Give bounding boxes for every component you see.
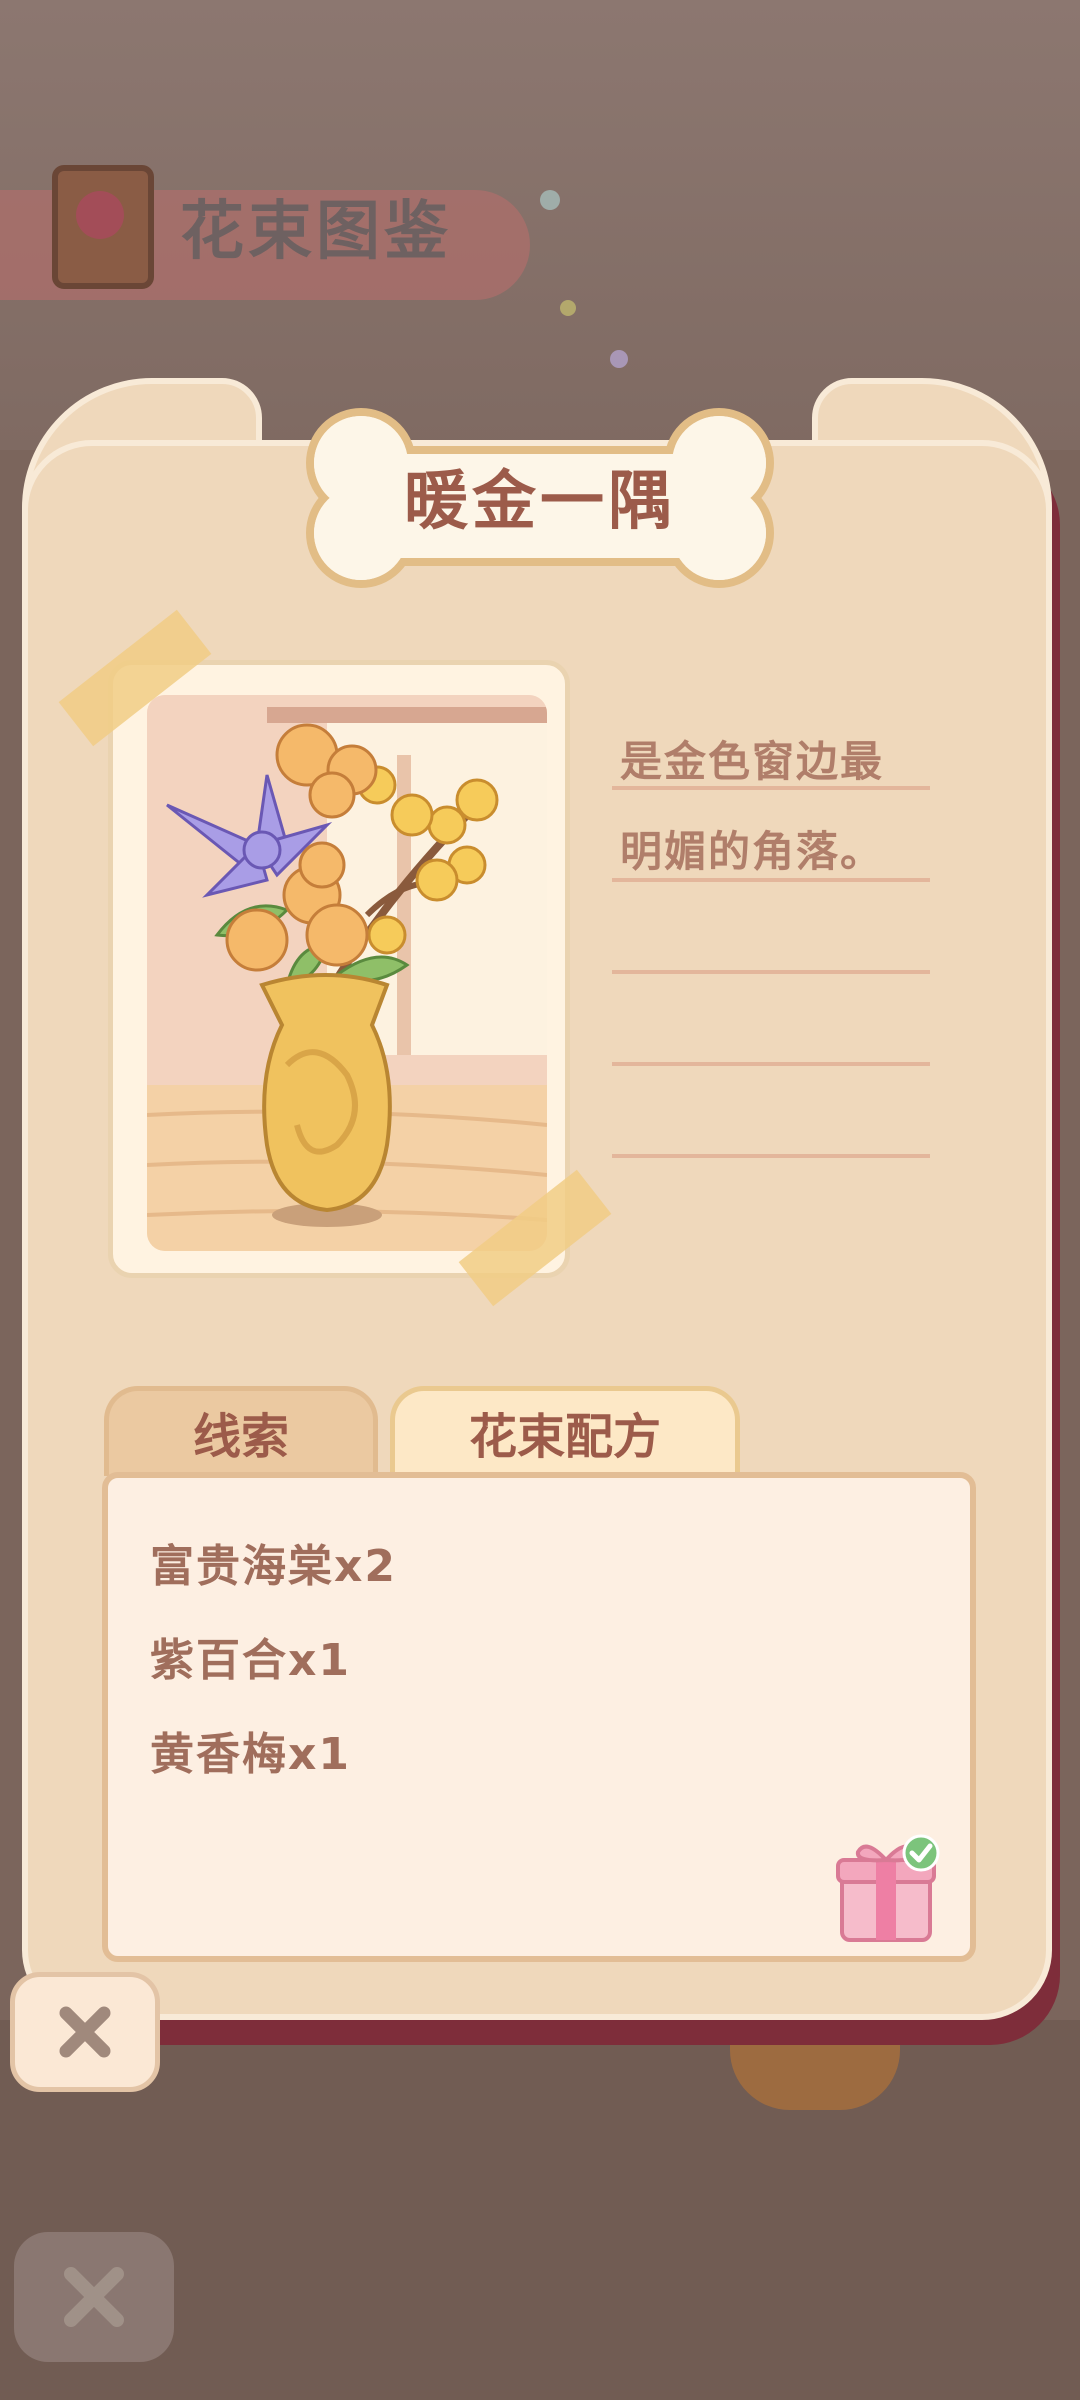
description-underline xyxy=(612,878,930,882)
recipe-panel: 富贵海棠x2 紫百合x1 黄香梅x1 xyxy=(102,1472,976,1962)
description-line-1: 是金色窗边最 xyxy=(620,737,885,786)
close-icon xyxy=(64,2267,124,2327)
reward-gift-button[interactable] xyxy=(836,1834,940,1944)
tab-bouquet-recipe[interactable]: 花束配方 xyxy=(390,1386,740,1476)
description-underline xyxy=(612,786,930,790)
description-underline xyxy=(612,1154,930,1158)
sparkle-icon xyxy=(540,190,560,210)
album-book-icon xyxy=(52,165,154,289)
recipe-item: 黄香梅x1 xyxy=(150,1729,351,1780)
recipe-item: 紫百合x1 xyxy=(150,1635,351,1686)
bouquet-illustration xyxy=(147,695,547,1251)
tab-clues[interactable]: 线索 xyxy=(104,1386,378,1476)
album-title: 花束图鉴 xyxy=(180,195,452,269)
description-underline xyxy=(612,1062,930,1066)
bouquet-title: 暖金一隅 xyxy=(404,465,676,539)
close-icon xyxy=(59,2006,111,2058)
description-line-2: 明媚的角落。 xyxy=(620,827,885,876)
background-close-button xyxy=(14,2232,174,2362)
title-bone-plaque: 暖金一隅 xyxy=(300,398,780,598)
checkmark-icon xyxy=(902,1834,940,1872)
sparkle-icon xyxy=(610,350,628,368)
sparkle-icon xyxy=(560,300,576,316)
recipe-item: 富贵海棠x2 xyxy=(150,1541,397,1592)
close-button[interactable] xyxy=(10,1972,160,2092)
description-underline xyxy=(612,970,930,974)
bouquet-photo-frame xyxy=(108,660,570,1278)
